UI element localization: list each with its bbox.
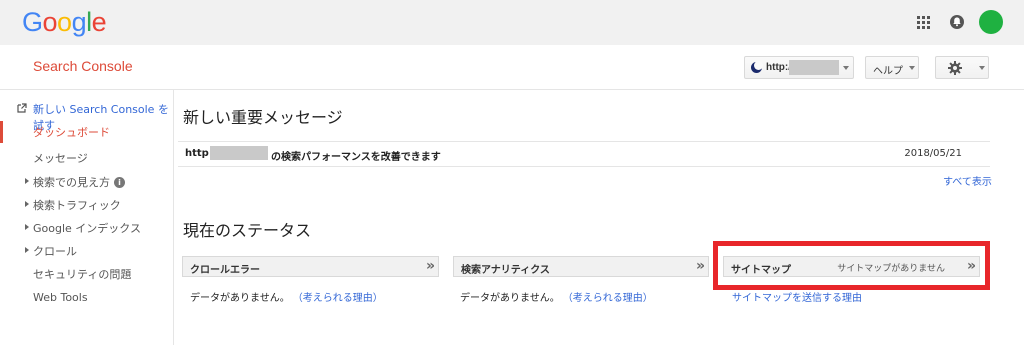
card-body-text: データがありません。 bbox=[460, 293, 560, 304]
expand-arrow-icon bbox=[25, 224, 29, 230]
google-logo[interactable]: Google bbox=[22, 7, 107, 38]
gear-icon bbox=[948, 61, 962, 75]
card-body-text: データがありません。 bbox=[190, 293, 290, 304]
account-avatar[interactable] bbox=[979, 10, 1003, 34]
sidebar-item-label: クロール bbox=[33, 245, 77, 258]
site-selector-button[interactable]: http:/ bbox=[744, 56, 854, 79]
show-all-link[interactable]: すべて表示 bbox=[943, 173, 992, 188]
google-logo-letter: o bbox=[57, 7, 72, 37]
expand-arrow-icon bbox=[25, 247, 29, 253]
site-url-label: http:/ bbox=[766, 62, 791, 73]
sidebar-item-messages[interactable]: メッセージ bbox=[0, 147, 174, 169]
sidebar-item-security-issues[interactable]: セキュリティの問題 bbox=[0, 263, 174, 285]
google-logo-letter: g bbox=[71, 7, 87, 37]
possible-reasons-link[interactable]: （考えられる理由） bbox=[568, 293, 653, 304]
double-chevron-right-icon: » bbox=[425, 258, 435, 274]
sidebar-item-crawl[interactable]: クロール bbox=[0, 240, 174, 262]
sidebar-item-search-traffic[interactable]: 検索トラフィック bbox=[0, 194, 174, 216]
double-chevron-right-icon: » bbox=[695, 258, 705, 274]
info-icon[interactable]: i bbox=[114, 177, 125, 188]
chevron-down-icon bbox=[843, 66, 849, 70]
expand-arrow-icon bbox=[25, 201, 29, 207]
possible-reasons-link[interactable]: （考えられる理由） bbox=[298, 293, 383, 304]
message-date: 2018/05/21 bbox=[904, 148, 962, 159]
help-button[interactable]: ヘルプ bbox=[865, 56, 919, 79]
sidebar: 新しい Search Console を試す ダッシュボード メッセージ 検索で… bbox=[0, 90, 174, 345]
google-bar: Google bbox=[0, 0, 1024, 45]
why-submit-sitemap-link[interactable]: サイトマップを送信する理由 bbox=[732, 289, 862, 304]
redacted-url-mask bbox=[210, 146, 268, 160]
help-label: ヘルプ bbox=[873, 66, 903, 77]
active-indicator bbox=[0, 121, 3, 143]
sidebar-item-label: 検索トラフィック bbox=[33, 199, 121, 212]
expand-arrow-icon bbox=[25, 178, 29, 184]
chevron-down-icon bbox=[979, 66, 985, 70]
sidebar-item-google-index[interactable]: Google インデックス bbox=[0, 217, 174, 239]
redacted-url-mask bbox=[789, 60, 839, 75]
sidebar-item-label: メッセージ bbox=[33, 152, 88, 165]
search-analytics-card-body: データがありません。 （考えられる理由） bbox=[460, 289, 653, 304]
highlight-annotation-box bbox=[713, 241, 990, 290]
site-favicon-icon bbox=[751, 61, 763, 73]
apps-grid-icon[interactable] bbox=[917, 16, 931, 30]
google-logo-letter: o bbox=[42, 7, 58, 37]
sidebar-item-label: Google インデックス bbox=[33, 222, 141, 235]
message-text: の検索パフォーマンスを改善できます bbox=[271, 152, 441, 163]
sidebar-item-web-tools[interactable]: Web Tools bbox=[0, 288, 174, 310]
chevron-down-icon bbox=[909, 66, 915, 70]
sidebar-item-label: ダッシュボード bbox=[33, 126, 110, 139]
sidebar-item-search-appearance[interactable]: 検索での見え方 i bbox=[0, 171, 174, 193]
google-logo-letter: e bbox=[91, 7, 107, 37]
sidebar-item-label: Web Tools bbox=[33, 291, 88, 304]
sidebar-item-try-new-search-console[interactable]: 新しい Search Console を試す bbox=[0, 98, 174, 132]
message-row[interactable]: http:/ の検索パフォーマンスを改善できます 2018/05/21 bbox=[178, 141, 990, 167]
card-title: 検索アナリティクス bbox=[461, 265, 550, 276]
sidebar-item-label: セキュリティの問題 bbox=[33, 268, 132, 281]
crawl-errors-card-header[interactable]: クロールエラー » bbox=[182, 256, 439, 277]
google-logo-letter: G bbox=[22, 7, 43, 37]
search-console-header: Search Console http:/ ヘルプ bbox=[0, 45, 1024, 90]
sidebar-item-dashboard[interactable]: ダッシュボード bbox=[0, 121, 174, 143]
search-analytics-card-header[interactable]: 検索アナリティクス » bbox=[453, 256, 709, 277]
messages-heading: 新しい重要メッセージ bbox=[183, 110, 343, 127]
card-title: クロールエラー bbox=[190, 265, 260, 276]
sidebar-item-label: 検索での見え方 bbox=[33, 176, 110, 189]
settings-button[interactable] bbox=[935, 56, 989, 79]
status-heading: 現在のステータス bbox=[183, 223, 312, 240]
sidebar-item-label-wrap: 検索での見え方 i bbox=[33, 174, 125, 190]
app-title[interactable]: Search Console bbox=[33, 58, 133, 74]
crawl-errors-card-body: データがありません。 （考えられる理由） bbox=[190, 289, 383, 304]
external-link-icon bbox=[17, 103, 27, 113]
notifications-bell-icon[interactable] bbox=[950, 14, 964, 30]
